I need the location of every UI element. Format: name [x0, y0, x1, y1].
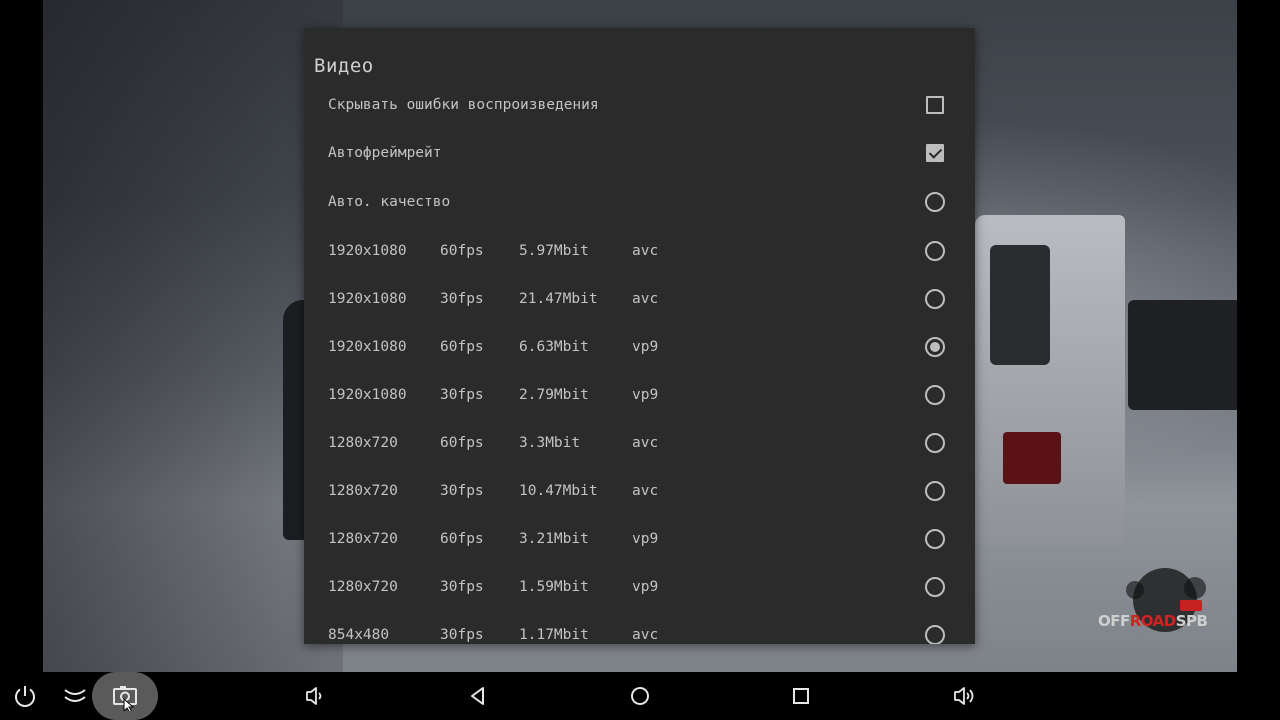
volume-down-button[interactable] [291, 672, 339, 720]
volume-up-icon [954, 687, 974, 705]
quality-resolution: 854x480 [328, 627, 390, 643]
quality-resolution: 1280x720 [328, 579, 398, 595]
option-label: Авто. качество [328, 194, 451, 210]
quality-bitrate: 3.3Mbit [519, 435, 581, 451]
quality-resolution: 1920x1080 [328, 387, 407, 403]
quality-radio[interactable] [925, 625, 945, 644]
quality-resolution: 1280x720 [328, 531, 398, 547]
quality-codec: avc [632, 627, 659, 643]
home-button[interactable] [616, 672, 664, 720]
quality-row[interactable]: 1280x720 60fps 3.21Mbit vp9 [304, 515, 975, 563]
quality-bitrate: 6.63Mbit [519, 339, 589, 355]
quality-row[interactable]: 854x480 30fps 1.17Mbit avc [304, 611, 975, 644]
quality-row[interactable]: 1280x720 30fps 1.59Mbit vp9 [304, 563, 975, 611]
quality-codec: avc [632, 243, 659, 259]
option-auto-quality[interactable]: Авто. качество [304, 178, 975, 226]
quality-bitrate: 1.17Mbit [519, 627, 589, 643]
quality-codec: vp9 [632, 387, 659, 403]
option-label: Автофреймрейт [328, 145, 442, 161]
quality-radio[interactable] [925, 385, 945, 405]
quality-radio[interactable] [925, 577, 945, 597]
option-label: Скрывать ошибки воспроизведения [328, 97, 599, 113]
video-car-taillight [1003, 432, 1061, 484]
quality-radio[interactable] [925, 241, 945, 261]
back-icon [471, 687, 484, 705]
auto-framerate-checkbox[interactable] [926, 144, 944, 162]
quality-bitrate: 5.97Mbit [519, 243, 589, 259]
quality-fps: 30fps [440, 483, 484, 499]
dialog-title: Видео [314, 55, 374, 77]
quality-radio[interactable] [925, 529, 945, 549]
power-button[interactable] [1, 672, 49, 720]
quality-codec: avc [632, 435, 659, 451]
system-navigation-bar [0, 672, 1280, 720]
quality-fps: 30fps [440, 579, 484, 595]
channel-watermark: OFFROADSPB [1098, 612, 1208, 630]
quality-codec: vp9 [632, 531, 659, 547]
quality-codec: vp9 [632, 339, 659, 355]
quality-bitrate: 21.47Mbit [519, 291, 598, 307]
back-button[interactable] [454, 672, 502, 720]
quality-radio[interactable] [925, 289, 945, 309]
home-icon [631, 687, 649, 705]
quality-bitrate: 1.59Mbit [519, 579, 589, 595]
quality-row[interactable]: 1920x1080 30fps 21.47Mbit avc [304, 275, 975, 323]
quality-radio[interactable] [925, 433, 945, 453]
quality-resolution: 1280x720 [328, 483, 398, 499]
recents-button[interactable] [777, 672, 825, 720]
quality-resolution: 1920x1080 [328, 291, 407, 307]
quality-codec: avc [632, 483, 659, 499]
video-car-window [990, 245, 1050, 365]
quality-codec: avc [632, 291, 659, 307]
quality-bitrate: 3.21Mbit [519, 531, 589, 547]
quality-bitrate: 2.79Mbit [519, 387, 589, 403]
quality-fps: 60fps [440, 339, 484, 355]
quality-fps: 30fps [440, 291, 484, 307]
volume-down-icon [306, 687, 322, 705]
auto-quality-radio[interactable] [925, 192, 945, 212]
quality-row[interactable]: 1280x720 60fps 3.3Mbit avc [304, 419, 975, 467]
quality-row[interactable]: 1280x720 30fps 10.47Mbit avc [304, 467, 975, 515]
quality-row[interactable]: 1920x1080 60fps 5.97Mbit avc [304, 227, 975, 275]
video-car-door [1128, 300, 1237, 410]
quality-radio-selected[interactable] [925, 337, 945, 357]
option-hide-playback-errors[interactable]: Скрывать ошибки воспроизведения [304, 81, 975, 129]
hide-errors-checkbox[interactable] [926, 96, 944, 114]
quality-row[interactable]: 1920x1080 30fps 2.79Mbit vp9 [304, 371, 975, 419]
option-auto-framerate[interactable]: Автофреймрейт [304, 129, 975, 177]
quality-resolution: 1920x1080 [328, 243, 407, 259]
quality-bitrate: 10.47Mbit [519, 483, 598, 499]
collapse-icon [64, 689, 86, 702]
screenshot-button[interactable] [92, 672, 158, 720]
quality-radio[interactable] [925, 481, 945, 501]
quality-codec: vp9 [632, 579, 659, 595]
quality-row[interactable]: 1920x1080 60fps 6.63Mbit vp9 [304, 323, 975, 371]
quality-resolution: 1920x1080 [328, 339, 407, 355]
screenshot-icon [113, 686, 137, 711]
volume-up-button[interactable] [940, 672, 988, 720]
recents-icon [793, 688, 809, 704]
power-icon [15, 686, 35, 707]
quality-fps: 60fps [440, 243, 484, 259]
quality-fps: 60fps [440, 435, 484, 451]
video-settings-dialog: Видео Скрывать ошибки воспроизведения Ав… [304, 28, 975, 644]
quality-fps: 30fps [440, 387, 484, 403]
quality-resolution: 1280x720 [328, 435, 398, 451]
quality-fps: 30fps [440, 627, 484, 643]
quality-fps: 60fps [440, 531, 484, 547]
